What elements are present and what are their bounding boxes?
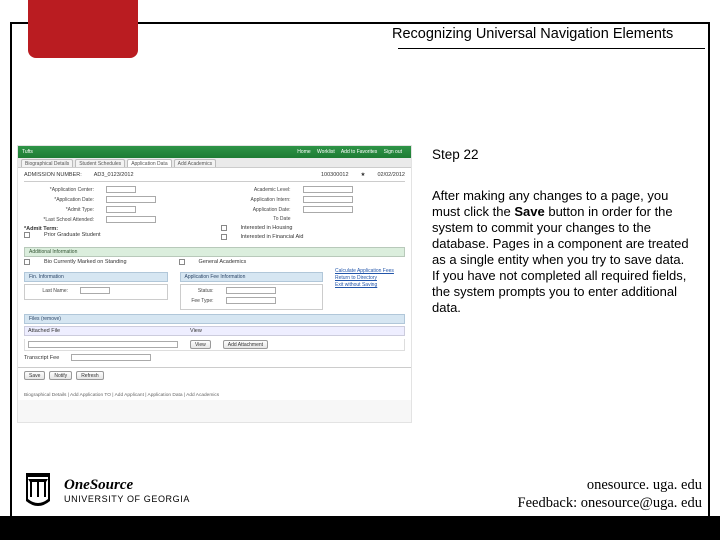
input-lastname[interactable] bbox=[80, 287, 110, 294]
label-prior-grad: Prior Graduate Student bbox=[44, 232, 101, 238]
input-status[interactable] bbox=[226, 287, 276, 294]
star-icon: ★ bbox=[361, 172, 366, 178]
footer-bar bbox=[0, 516, 720, 540]
section-app-fee[interactable]: Application Fee Information bbox=[180, 272, 324, 282]
brand-name: OneSource bbox=[64, 477, 190, 494]
label-finaid: Interested in Financial Aid bbox=[241, 234, 304, 240]
add-attachment-button[interactable]: Add Attachment bbox=[223, 340, 268, 349]
label-housing: Interested in Housing bbox=[241, 225, 293, 231]
tab-appdata[interactable]: Application Data bbox=[127, 159, 171, 167]
value-id: 100300012 bbox=[321, 172, 349, 178]
brand-red-tab bbox=[28, 0, 138, 58]
checkbox-prior-grad[interactable] bbox=[24, 232, 30, 238]
nav-home[interactable]: Home bbox=[297, 149, 310, 155]
section-fin-info[interactable]: Fin. Information bbox=[24, 272, 168, 282]
body-text: After making any changes to a page, you … bbox=[432, 188, 694, 316]
tab-schedules[interactable]: Student Schedules bbox=[75, 159, 125, 167]
application-screenshot: Tufts Home Worklist Add to Favorites Sig… bbox=[17, 145, 412, 423]
input-admit-type[interactable] bbox=[106, 206, 136, 213]
col-view: View bbox=[190, 328, 202, 334]
brand-org: UNIVERSITY OF GEORGIA bbox=[64, 494, 190, 504]
footer-links: onesource. uga. edu Feedback: onesource@… bbox=[518, 476, 702, 512]
input-attached-file[interactable] bbox=[28, 341, 178, 348]
label-feetype: Fee Type: bbox=[184, 298, 214, 304]
label-admission: ADMISSION NUMBER: bbox=[24, 172, 82, 178]
label-app-intern: Application Intern: bbox=[221, 197, 291, 203]
label-last-school: *Last School Attended: bbox=[24, 217, 94, 223]
uga-seal-icon bbox=[22, 471, 54, 509]
input-app-dt[interactable] bbox=[303, 206, 353, 213]
notify-button[interactable]: Notify bbox=[49, 371, 72, 380]
input-last-school[interactable] bbox=[106, 216, 156, 223]
link-calc-fees[interactable]: Calculate Application Fees bbox=[335, 268, 405, 274]
screenshot-topbar: Tufts Home Worklist Add to Favorites Sig… bbox=[18, 146, 411, 158]
footer-feedback: Feedback: onesource@uga. edu bbox=[518, 494, 702, 512]
input-app-intern[interactable] bbox=[303, 196, 353, 203]
input-app-center[interactable] bbox=[106, 186, 136, 193]
checkbox-housing[interactable] bbox=[221, 225, 227, 231]
section-additional-info[interactable]: Additional Information bbox=[24, 247, 405, 257]
tab-bio[interactable]: Biographical Details bbox=[21, 159, 73, 167]
footer-site: onesource. uga. edu bbox=[518, 476, 702, 494]
label-status: Status: bbox=[184, 288, 214, 294]
section-files[interactable]: Files (remove) bbox=[24, 314, 405, 324]
view-button[interactable]: View bbox=[190, 340, 211, 349]
screenshot-tabs: Biographical Details Student Schedules A… bbox=[18, 158, 411, 168]
nav-favorites[interactable]: Add to Favorites bbox=[341, 149, 377, 155]
page-title: Recognizing Universal Navigation Element… bbox=[392, 26, 702, 42]
tab-academics[interactable]: Add Academics bbox=[174, 159, 216, 167]
refresh-button[interactable]: Refresh bbox=[76, 371, 104, 380]
checkbox-gen-acad[interactable] bbox=[179, 259, 185, 265]
input-acad-level[interactable] bbox=[303, 186, 353, 193]
body-post: button in order for the system to commit… bbox=[432, 204, 689, 315]
link-exit-nosave[interactable]: Exit without Saving bbox=[335, 282, 405, 288]
input-transcript[interactable] bbox=[71, 354, 151, 361]
label-transcript: Transcript Fee bbox=[24, 355, 59, 361]
label-to-date: To Date bbox=[221, 216, 291, 222]
checkbox-finaid[interactable] bbox=[221, 234, 227, 240]
label-acad-level: Academic Level: bbox=[221, 187, 291, 193]
label-lastname: Last Name: bbox=[28, 288, 68, 294]
screenshot-footer-links: Biographical Details | Add Application T… bbox=[24, 393, 219, 398]
col-attached-file: Attached File bbox=[28, 328, 178, 334]
label-app-dt: Application Date: bbox=[221, 207, 291, 213]
checkbox-bio-standing[interactable] bbox=[24, 259, 30, 265]
title-underline bbox=[398, 48, 705, 49]
link-return-dir[interactable]: Return to Directory bbox=[335, 275, 405, 281]
value-date: 02/02/2012 bbox=[377, 172, 405, 178]
value-admission: AD3_0123/2012 bbox=[94, 172, 134, 178]
label-app-date: *Application Date: bbox=[24, 197, 94, 203]
input-feetype[interactable] bbox=[226, 297, 276, 304]
screenshot-body: ADMISSION NUMBER: AD3_0123/2012 10030001… bbox=[18, 168, 411, 400]
save-button[interactable]: Save bbox=[24, 371, 45, 380]
label-app-center: *Application Center: bbox=[24, 187, 94, 193]
label-admit-type: *Admit Type: bbox=[24, 207, 94, 213]
nav-signout[interactable]: Sign out bbox=[384, 149, 402, 155]
step-label: Step 22 bbox=[432, 147, 479, 162]
label-gen-acad: General Academics bbox=[199, 259, 247, 265]
brand-logo-text: Tufts bbox=[22, 149, 33, 155]
nav-worklist[interactable]: Worklist bbox=[317, 149, 335, 155]
body-bold: Save bbox=[514, 204, 544, 219]
input-app-date[interactable] bbox=[106, 196, 156, 203]
footer-logo: OneSource UNIVERSITY OF GEORGIA bbox=[22, 470, 190, 510]
label-bio-standing: Bio Currently Marked on Standing bbox=[44, 259, 127, 265]
